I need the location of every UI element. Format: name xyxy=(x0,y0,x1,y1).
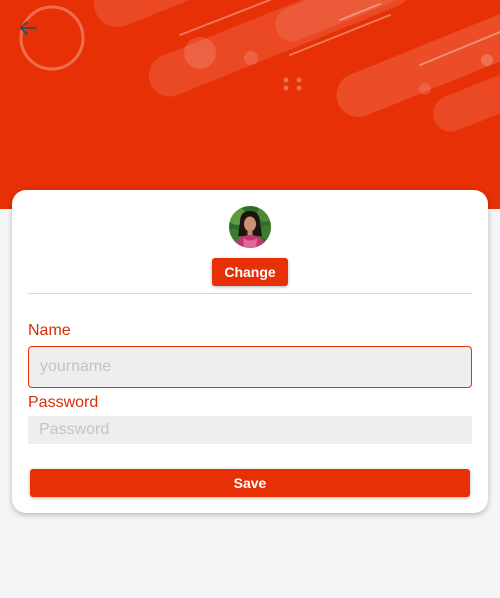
divider xyxy=(28,293,472,294)
header-banner xyxy=(0,0,500,209)
change-photo-button[interactable]: Change xyxy=(212,258,288,286)
password-input[interactable] xyxy=(28,416,472,444)
password-label: Password xyxy=(28,394,99,411)
save-button[interactable]: Save xyxy=(30,469,470,497)
name-input[interactable] xyxy=(28,346,472,388)
avatar[interactable] xyxy=(229,206,271,248)
arrow-left-icon xyxy=(20,21,37,35)
name-label: Name xyxy=(28,322,71,339)
profile-card: Change Name Password Save xyxy=(12,190,488,513)
header-decoration xyxy=(19,0,500,132)
avatar-image xyxy=(229,206,271,248)
back-button[interactable] xyxy=(14,14,42,42)
